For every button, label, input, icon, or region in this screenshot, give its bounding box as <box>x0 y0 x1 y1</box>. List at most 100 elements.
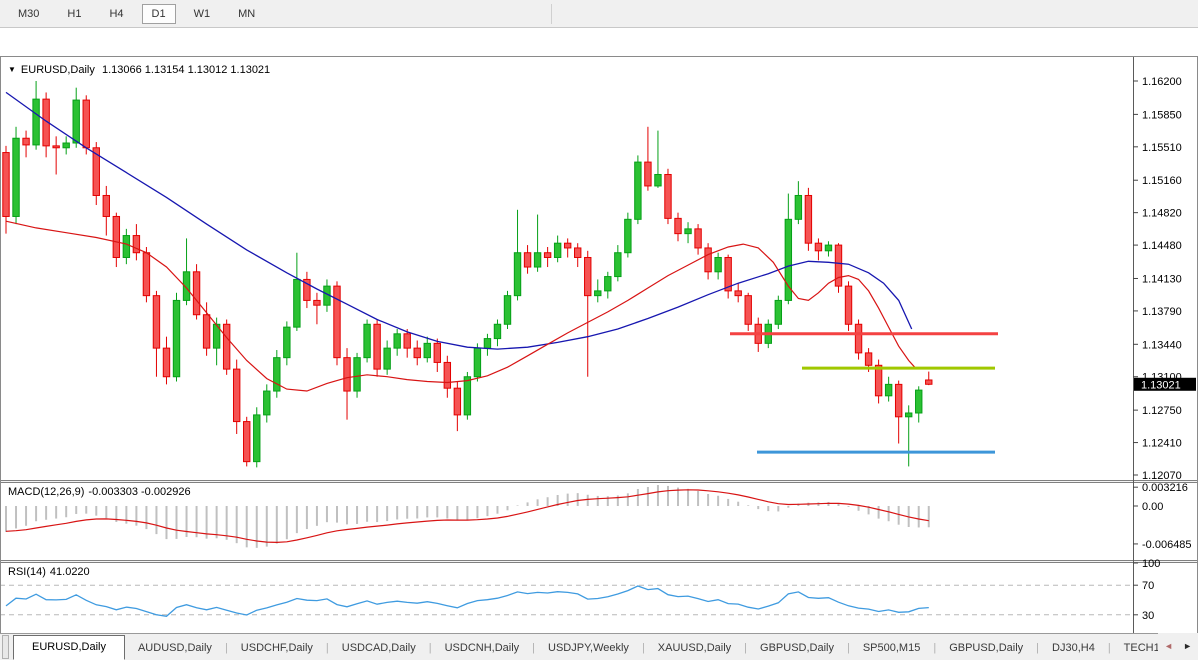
candle-body <box>83 100 89 148</box>
macd-scale-label: 0.00 <box>1142 501 1163 513</box>
candle-body <box>544 253 550 258</box>
tab-gbpusd-daily[interactable]: GBPUSD,Daily <box>747 637 847 660</box>
candle-body <box>815 243 821 251</box>
candle-body <box>294 279 300 327</box>
panel-separator-fill <box>0 481 1198 482</box>
candle-body <box>364 324 370 357</box>
tf-button-w1[interactable]: W1 <box>184 4 221 24</box>
candle-body <box>916 390 922 413</box>
price-tick-label: 1.12750 <box>1142 405 1182 417</box>
candle-body <box>163 348 169 377</box>
candle-body <box>605 277 611 291</box>
candle-body <box>745 296 751 325</box>
price-tick-label: 1.14480 <box>1142 240 1182 252</box>
tabbar-grip[interactable] <box>2 635 9 659</box>
candle-body <box>645 162 651 186</box>
timeframe-toolbar: M30 H1 H4 D1 W1 MN <box>0 0 1198 28</box>
candle-body <box>835 245 841 286</box>
rsi-value: 41.0220 <box>50 566 90 578</box>
candle-body <box>334 286 340 358</box>
tf-button-m30[interactable]: M30 <box>8 4 49 24</box>
tab-usdcad-daily[interactable]: USDCAD,Daily <box>329 637 429 660</box>
candle-body <box>13 138 19 216</box>
tf-button-d1[interactable]: D1 <box>142 4 176 24</box>
tab-audusd-daily[interactable]: AUDUSD,Daily <box>125 637 225 660</box>
symbol-dropdown-icon[interactable]: ▼ <box>8 65 16 74</box>
tab-dj30-h4[interactable]: DJ30,H4 <box>1039 637 1108 660</box>
candle-body <box>564 243 570 248</box>
tab-scroll-arrows: ◄ ► <box>1158 633 1198 659</box>
candle-body <box>344 358 350 391</box>
tf-button-h4[interactable]: H4 <box>99 4 133 24</box>
candle-body <box>775 300 781 324</box>
price-tick-label: 1.15510 <box>1142 142 1182 154</box>
current-price-label: 1.13021 <box>1141 379 1181 391</box>
tab-eurusd-daily[interactable]: EURUSD,Daily <box>13 635 125 660</box>
candle-body <box>444 362 450 388</box>
candle-body <box>595 291 601 296</box>
chart-window[interactable]: 1.162001.158501.155101.151601.148201.144… <box>0 28 1198 633</box>
tf-button-mn[interactable]: MN <box>228 4 265 24</box>
candle-body <box>284 327 290 358</box>
chart-tabs-bar: EURUSD,DailyAUDUSD,Daily|USDCHF,Daily|US… <box>0 633 1198 660</box>
rsi-scale-label: 100 <box>1142 558 1160 570</box>
candle-body <box>695 229 701 248</box>
candle-body <box>675 218 681 233</box>
candle-body <box>434 343 440 362</box>
macd-name: MACD(12,26,9) <box>8 486 84 498</box>
candle-body <box>143 253 149 296</box>
candle-body <box>254 415 260 462</box>
candle-body <box>63 143 69 148</box>
candle-body <box>514 253 520 296</box>
toolbar-separator <box>551 4 552 24</box>
price-tick-label: 1.15850 <box>1142 109 1182 121</box>
candle-body <box>845 286 851 324</box>
candle-body <box>484 339 490 349</box>
candle-body <box>885 384 891 395</box>
candle-body <box>73 100 79 143</box>
candle-body <box>33 99 39 145</box>
candle-body <box>103 195 109 216</box>
rsi-scale-label: 70 <box>1142 580 1154 592</box>
candle-body <box>464 377 470 415</box>
macd-scale-label: 0.003216 <box>1142 482 1188 494</box>
rsi-scale-label: 30 <box>1142 610 1154 622</box>
tab-scroll-left-icon[interactable]: ◄ <box>1164 641 1173 651</box>
candle-body <box>575 248 581 258</box>
candle-body <box>193 272 199 315</box>
tab-usdjpy-weekly[interactable]: USDJPY,Weekly <box>535 637 642 660</box>
candle-body <box>233 369 239 421</box>
candle-body <box>153 296 159 348</box>
macd-values: -0.003303 -0.002926 <box>88 486 190 498</box>
candle-body <box>625 219 631 252</box>
candle-body <box>274 358 280 391</box>
tab-scroll-right-icon[interactable]: ► <box>1183 641 1192 651</box>
candle-body <box>855 324 861 353</box>
price-chart-canvas[interactable]: 1.162001.158501.155101.151601.148201.144… <box>0 56 1198 660</box>
tab-usdcnh-daily[interactable]: USDCNH,Daily <box>432 637 533 660</box>
candle-body <box>314 300 320 305</box>
tf-button-h1[interactable]: H1 <box>57 4 91 24</box>
tab-xauusd-daily[interactable]: XAUUSD,Daily <box>645 637 744 660</box>
candle-body <box>173 300 179 376</box>
chart-symbol-label: EURUSD,Daily <box>21 64 95 76</box>
chart-title: ▼EURUSD,Daily 1.13066 1.13154 1.13012 1.… <box>8 64 274 76</box>
price-tick-label: 1.13440 <box>1142 339 1182 351</box>
candle-body <box>825 245 831 251</box>
candle-body <box>655 174 661 185</box>
candle-body <box>244 422 250 462</box>
candle-body <box>534 253 540 267</box>
candle-body <box>23 138 29 145</box>
candle-body <box>895 384 901 416</box>
macd-scale-label: -0.006485 <box>1142 539 1192 551</box>
tab-sp500-m15[interactable]: SP500,M15 <box>850 637 933 660</box>
candle-body <box>585 257 591 295</box>
price-tick-label: 1.12070 <box>1142 470 1182 482</box>
tab-usdchf-daily[interactable]: USDCHF,Daily <box>228 637 326 660</box>
candle-body <box>635 162 641 219</box>
tab-gbpusd-daily[interactable]: GBPUSD,Daily <box>936 637 1036 660</box>
panel-separator-fill <box>0 561 1198 562</box>
candle-body <box>404 334 410 348</box>
candle-body <box>374 324 380 369</box>
candle-body <box>906 413 912 417</box>
